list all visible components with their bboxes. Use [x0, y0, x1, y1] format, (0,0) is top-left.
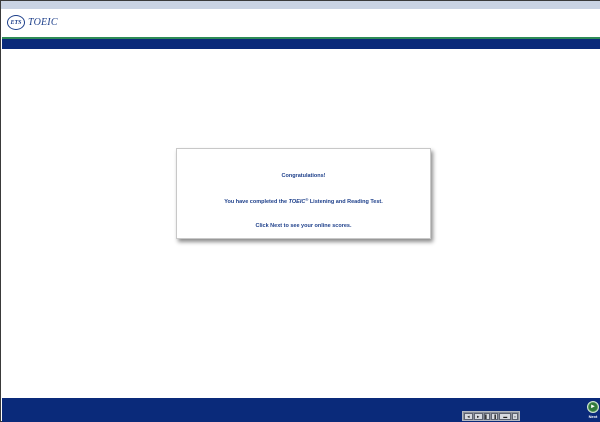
tool-button-3[interactable]: ▌	[483, 412, 490, 420]
tool-button-6[interactable]: ▪	[512, 412, 518, 420]
tool-button-4[interactable]: ▐	[490, 412, 499, 420]
toeic-wordmark: TOEIC	[28, 17, 58, 28]
completed-test-text: You have completed the TOEIC® Listening …	[177, 197, 430, 205]
top-nav-bar	[2, 39, 600, 49]
next-arrow-icon[interactable]: ►	[587, 401, 599, 413]
next-button-label[interactable]: Next	[589, 414, 598, 419]
app-window: ETS TOEIC Congratulations! You have comp…	[0, 0, 600, 422]
tool-button-2[interactable]: ►	[473, 412, 483, 420]
toeic-product-name: TOEIC	[288, 199, 306, 205]
next-button[interactable]: ► Next	[586, 399, 600, 422]
completed-test-suffix: Listening and Reading Test.	[308, 199, 383, 205]
header: ETS TOEIC	[2, 9, 600, 37]
test-toolbar: ◄ ► ▌ ▐ ▬ ▪	[462, 411, 520, 421]
title-strip	[1, 1, 600, 9]
ets-toeic-logo: ETS TOEIC	[7, 15, 58, 30]
ets-logo-icon: ETS	[7, 15, 25, 30]
completion-dialog: Congratulations! You have completed the …	[176, 148, 431, 239]
tool-button-5[interactable]: ▬	[499, 412, 512, 420]
completed-test-prefix: You have completed the	[224, 199, 289, 205]
click-next-instruction: Click Next to see your online scores.	[255, 223, 352, 229]
congratulations-text: Congratulations!	[281, 173, 326, 179]
tool-button-1[interactable]: ◄	[464, 412, 473, 420]
